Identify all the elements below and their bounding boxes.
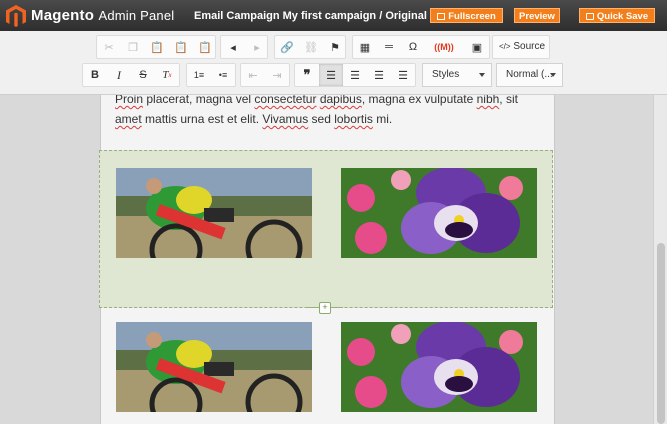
chevron-down-icon [550,73,556,77]
basic-styles-group: B I S Tx [82,63,180,87]
quick-save-button[interactable]: Quick Save [579,8,655,23]
cyclist-picture [116,322,312,412]
link-icon[interactable]: 🔗 [275,36,299,58]
undo-redo-group: ◂ ▸ [220,35,268,59]
editor-canvas[interactable]: Proin placerat, magna vel consectetur da… [0,95,653,424]
download-icon [585,13,594,20]
source-label: Source [513,41,546,52]
text-run: , magna ex vulputate [361,95,477,106]
image-icon[interactable]: ▣ [465,36,489,58]
numbered-list-icon[interactable]: 1≡ [187,64,211,86]
blockquote-icon[interactable]: ❞ [295,64,319,86]
horizontal-rule-icon[interactable]: ═ [377,36,401,58]
fullscreen-icon [437,13,446,20]
italic-icon[interactable]: I [107,64,131,86]
text-word: nibh [476,95,500,106]
align-center-icon[interactable]: ☰ [343,64,367,86]
text-run: placerat, magna vel [143,95,255,106]
align-right-icon[interactable]: ☰ [367,64,391,86]
fullscreen-label: Fullscreen [448,11,496,22]
vertical-scrollbar[interactable] [653,95,667,424]
cyclist-image[interactable] [116,168,312,258]
anchor-flag-icon[interactable]: ⚑ [323,36,347,58]
align-group: ❞ ☰ ☰ ☰ ☰ [294,63,416,87]
special-char-icon[interactable]: Ω [401,36,425,58]
strikethrough-icon[interactable]: S [131,64,155,86]
text-run: , sit [499,95,518,106]
format-label: Normal (... [506,69,553,80]
outdent-icon[interactable]: ⇤ [241,64,265,86]
paste-text-icon[interactable]: 📋 [169,36,193,58]
text-word: amet [115,112,142,126]
styles-label: Styles [432,69,460,80]
magento-widget-icon[interactable]: ((M)) [425,36,463,58]
text-run: mi. [372,112,393,126]
text-word: Proin [115,95,144,106]
fullscreen-button[interactable]: Fullscreen [430,8,503,23]
copy-icon[interactable]: ❐ [121,36,145,58]
link-group: 🔗 ⛓ ⚑ [274,35,346,59]
styles-dropdown[interactable]: Styles [422,63,492,87]
paragraph-text[interactable]: Proin placerat, magna vel consectetur da… [115,95,535,129]
editor-toolbar: ✂ ❐ 📋 📋 📋 ◂ ▸ 🔗 ⛓ ⚑ ▦ ═ Ω ((M)) ▣ </> So… [0,31,667,95]
top-header: Magento Admin Panel Email Campaign My fi… [0,0,667,32]
insert-group: ▦ ═ Ω ((M)) ▣ [352,35,490,59]
text-word: dapibus [319,95,362,106]
add-block-icon[interactable]: + [319,302,331,314]
bulleted-list-icon[interactable]: •≡ [211,64,235,86]
indent-group: ⇤ ⇥ [240,63,290,87]
brand: Magento Admin Panel [31,7,174,24]
cyclist-image[interactable] [116,322,312,412]
paste-word-icon[interactable]: 📋 [193,36,217,58]
text-line-2: amet mattis urna est et elit. Vivamus se… [115,109,535,129]
quick-save-label: Quick Save [596,11,649,22]
brand-subtitle: Admin Panel [98,8,175,23]
source-button[interactable]: </> Source [492,35,550,59]
remove-format-icon[interactable]: Tx [155,64,179,86]
paste-icon[interactable]: 📋 [145,36,169,58]
pansy-flower-image[interactable] [341,168,537,258]
text-line-1: Proin placerat, magna vel consectetur da… [115,95,535,109]
magento-logo-icon [6,5,26,27]
text-word: lobortis [334,112,373,126]
justify-icon[interactable]: ☰ [391,64,415,86]
text-word: Vivamus [262,112,309,126]
pansy-picture [341,322,537,412]
text-run: mattis urna est et elit. [141,112,263,126]
preview-button[interactable]: Preview [514,8,560,23]
cyclist-picture [116,168,312,258]
table-icon[interactable]: ▦ [353,36,377,58]
pansy-picture [341,168,537,258]
format-dropdown[interactable]: Normal (... [496,63,563,87]
preview-label: Preview [519,11,555,22]
redo-icon[interactable]: ▸ [245,36,269,58]
undo-icon[interactable]: ◂ [221,36,245,58]
text-run: sed [308,112,335,126]
align-left-icon[interactable]: ☰ [319,64,343,86]
campaign-title: Email Campaign My first campaign / Origi… [194,10,427,22]
source-icon: </> [499,42,511,51]
brand-name: Magento [31,7,95,24]
pansy-flower-image[interactable] [341,322,537,412]
chevron-down-icon [479,73,485,77]
clipboard-group: ✂ ❐ 📋 📋 📋 [96,35,216,59]
text-word: consectetur [254,95,317,106]
cut-icon[interactable]: ✂ [97,36,121,58]
indent-icon[interactable]: ⇥ [265,64,289,86]
list-group: 1≡ •≡ [186,63,236,87]
bold-icon[interactable]: B [83,64,107,86]
unlink-icon[interactable]: ⛓ [299,36,323,58]
scrollbar-thumb[interactable] [657,243,665,424]
